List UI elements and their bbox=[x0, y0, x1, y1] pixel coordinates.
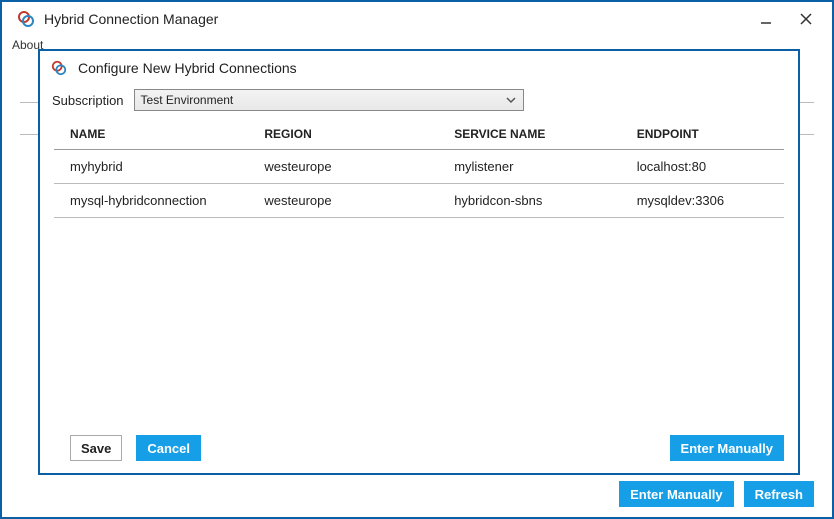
col-header-service[interactable]: SERVICE NAME bbox=[448, 119, 631, 150]
subscription-row: Subscription Test Environment bbox=[40, 85, 798, 119]
chevron-down-icon bbox=[505, 94, 517, 109]
enter-manually-button[interactable]: Enter Manually bbox=[619, 481, 733, 507]
table-row[interactable]: myhybrid westeurope mylistener localhost… bbox=[54, 150, 784, 184]
table-header-row: NAME REGION SERVICE NAME ENDPOINT bbox=[54, 119, 784, 150]
close-button[interactable] bbox=[786, 4, 826, 34]
cancel-button[interactable]: Cancel bbox=[136, 435, 201, 461]
cell-name: myhybrid bbox=[54, 150, 258, 184]
main-window: Hybrid Connection Manager About Enter Ma… bbox=[0, 0, 834, 519]
dialog-title: Configure New Hybrid Connections bbox=[78, 60, 297, 76]
window-title: Hybrid Connection Manager bbox=[44, 11, 218, 27]
dialog-icon bbox=[50, 59, 68, 77]
dialog-footer: Save Cancel Enter Manually bbox=[40, 425, 798, 473]
subscription-value: Test Environment bbox=[141, 93, 234, 107]
enter-manually-button[interactable]: Enter Manually bbox=[670, 435, 784, 461]
col-header-name[interactable]: NAME bbox=[54, 119, 258, 150]
cell-endpoint: localhost:80 bbox=[631, 150, 784, 184]
outer-footer: Enter Manually Refresh bbox=[619, 481, 814, 507]
save-button[interactable]: Save bbox=[70, 435, 122, 461]
titlebar: Hybrid Connection Manager bbox=[2, 2, 832, 36]
minimize-button[interactable] bbox=[746, 4, 786, 34]
col-header-region[interactable]: REGION bbox=[258, 119, 448, 150]
configure-dialog: Configure New Hybrid Connections Subscri… bbox=[38, 49, 800, 475]
col-header-endpoint[interactable]: ENDPOINT bbox=[631, 119, 784, 150]
cell-region: westeurope bbox=[258, 150, 448, 184]
connections-table: NAME REGION SERVICE NAME ENDPOINT myhybr… bbox=[54, 119, 784, 218]
cell-region: westeurope bbox=[258, 184, 448, 218]
cell-service: hybridcon-sbns bbox=[448, 184, 631, 218]
cell-name: mysql-hybridconnection bbox=[54, 184, 258, 218]
subscription-select[interactable]: Test Environment bbox=[134, 89, 524, 111]
subscription-label: Subscription bbox=[52, 93, 124, 108]
refresh-button[interactable]: Refresh bbox=[744, 481, 814, 507]
app-icon bbox=[16, 9, 36, 29]
connections-table-wrap: NAME REGION SERVICE NAME ENDPOINT myhybr… bbox=[40, 119, 798, 218]
cell-endpoint: mysqldev:3306 bbox=[631, 184, 784, 218]
cell-service: mylistener bbox=[448, 150, 631, 184]
table-row[interactable]: mysql-hybridconnection westeurope hybrid… bbox=[54, 184, 784, 218]
dialog-header: Configure New Hybrid Connections bbox=[40, 51, 798, 85]
